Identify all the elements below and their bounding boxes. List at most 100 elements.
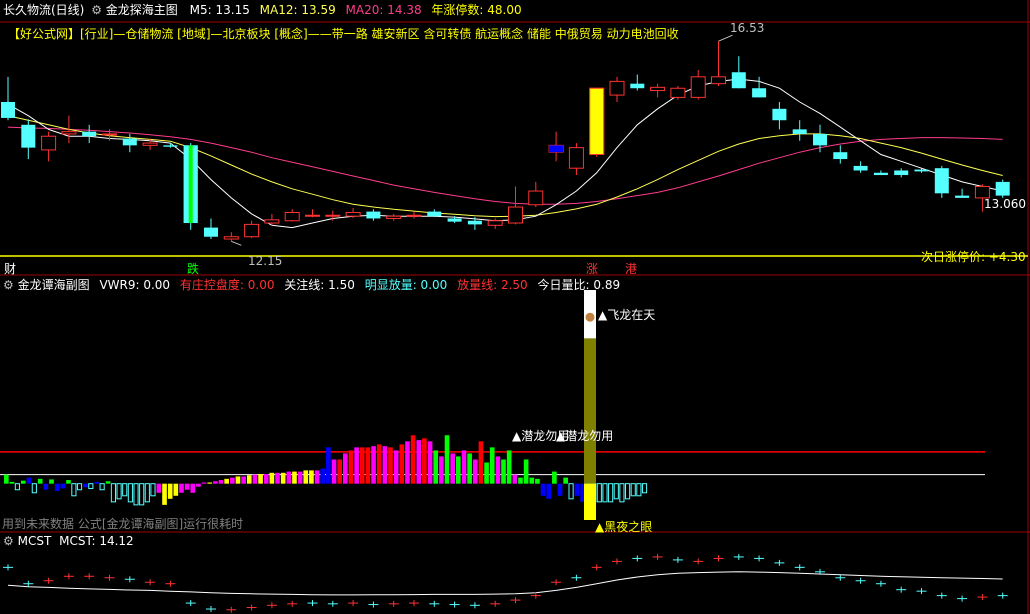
- candle-body: [102, 133, 117, 136]
- volume-bar: [190, 483, 196, 493]
- sub-indicator-name[interactable]: 金龙谭海副图: [18, 278, 90, 292]
- volume-bar: [422, 438, 427, 484]
- volume-bar: [196, 483, 201, 487]
- volume-bar: [314, 470, 320, 484]
- volume-bar: [489, 447, 495, 484]
- volume-bar: [14, 483, 20, 491]
- volume-bar: [365, 447, 371, 484]
- volume-bar: [263, 474, 269, 484]
- volume-bar: [43, 483, 49, 490]
- stock-name-label[interactable]: 长久物流(日线): [3, 3, 84, 17]
- candle-body: [609, 80, 625, 96]
- candle-body: [528, 190, 544, 206]
- signal-dark-label: ▲黑夜之眼: [595, 520, 653, 534]
- volume-bar: [66, 480, 71, 484]
- candle-body: [1, 101, 15, 118]
- low-price-label: 12.15: [248, 254, 283, 268]
- marker-cai[interactable]: 财: [4, 262, 16, 276]
- volume-bar: [213, 481, 218, 484]
- settings-gear-icon[interactable]: ⚙: [3, 534, 14, 548]
- limit-down-candle-stripe: [188, 145, 193, 224]
- candle-body: [163, 145, 178, 147]
- volume-bar: [529, 477, 535, 484]
- mcst-panel[interactable]: [3, 553, 1008, 613]
- volume-bar: [456, 456, 461, 484]
- candle-body: [752, 88, 767, 98]
- volume-bar: [246, 475, 252, 484]
- main-indicator-name[interactable]: 金龙探海主图: [106, 3, 178, 17]
- candle-body: [223, 236, 239, 240]
- volume-bar: [326, 447, 331, 484]
- low-price-pointer: [231, 240, 242, 246]
- volume-bar: [371, 446, 376, 484]
- volume-bar: [235, 476, 241, 484]
- volume-bar: [20, 480, 26, 484]
- candle-body: [813, 133, 827, 146]
- volume-bar: [179, 483, 184, 493]
- candle-body: [386, 215, 402, 219]
- candle-body: [366, 211, 381, 219]
- volume-bar: [31, 483, 37, 494]
- candle-body: [467, 220, 482, 225]
- volume-bar: [83, 483, 88, 488]
- volume-bar: [94, 481, 100, 484]
- volume-bar: [399, 444, 405, 484]
- mcst-panel-header: ⚙ MCST MCST: 14.12: [3, 534, 134, 548]
- volume-bar: [461, 450, 467, 484]
- volume-bar: [450, 453, 455, 484]
- volume-bar: [376, 444, 382, 484]
- mcst-name[interactable]: MCST: [18, 534, 52, 548]
- volume-bar: [625, 483, 631, 500]
- volume-bar: [478, 441, 484, 484]
- control-label: 有庄控盘度: 0.00: [179, 278, 275, 292]
- volume-bar: [26, 477, 32, 484]
- volume-bar: [602, 483, 608, 503]
- volume-bar: [167, 483, 173, 499]
- marker-die[interactable]: 跌: [187, 262, 199, 276]
- concept-text: 【好公式网】[行业]—仓储物流 [地域]—北京板块 [概念]——带一路 雄安新区…: [8, 27, 679, 41]
- settings-gear-icon[interactable]: ⚙: [3, 278, 14, 292]
- volume-bar: [309, 470, 314, 484]
- limit-count-label: 年涨停数: 48.00: [431, 3, 522, 17]
- marker-gang[interactable]: 港: [625, 262, 637, 276]
- volume-bar: [467, 453, 472, 484]
- volume-bar: [207, 482, 213, 484]
- candle-body: [690, 76, 706, 98]
- candle-body: [894, 170, 909, 176]
- volume-bar: [230, 477, 235, 484]
- volume-bar: [54, 483, 60, 491]
- volume-bar: [630, 483, 636, 497]
- volume-bar: [116, 483, 122, 500]
- sub-indicator-panel[interactable]: [0, 290, 985, 520]
- ma5-label: M5: 13.15: [189, 3, 250, 17]
- volume-bar: [297, 471, 303, 484]
- candle-body: [142, 142, 158, 146]
- volume-bar: [343, 453, 348, 484]
- candle-body: [934, 168, 949, 194]
- volume-bar: [608, 483, 614, 503]
- volume-bar: [405, 441, 410, 484]
- volume-bar: [416, 440, 422, 484]
- candle-body: [853, 165, 868, 171]
- volume-bar: [506, 450, 512, 484]
- ma12-line: [7, 115, 1003, 218]
- limit-up-candle: [589, 88, 604, 155]
- volume-bar: [613, 483, 619, 500]
- candle-body: [61, 131, 77, 135]
- volume-bar: [427, 441, 433, 484]
- volume-bar: [144, 483, 150, 503]
- candle-body: [568, 147, 584, 169]
- mcst-line: [7, 571, 1003, 596]
- high-price-pointer: [718, 34, 733, 42]
- settings-gear-icon[interactable]: ⚙: [91, 3, 102, 17]
- candle-body: [508, 206, 523, 224]
- volume-bar: [201, 482, 207, 484]
- volume-bar: [280, 472, 286, 484]
- volume-line-label: 放量线: 2.50: [457, 278, 528, 292]
- volume-bar: [636, 483, 642, 497]
- marker-zhang[interactable]: 涨: [586, 262, 598, 276]
- volume-bar: [99, 483, 105, 491]
- candle-body: [650, 86, 666, 92]
- main-candlestick-panel[interactable]: [0, 34, 1028, 257]
- volume-bar: [563, 477, 568, 484]
